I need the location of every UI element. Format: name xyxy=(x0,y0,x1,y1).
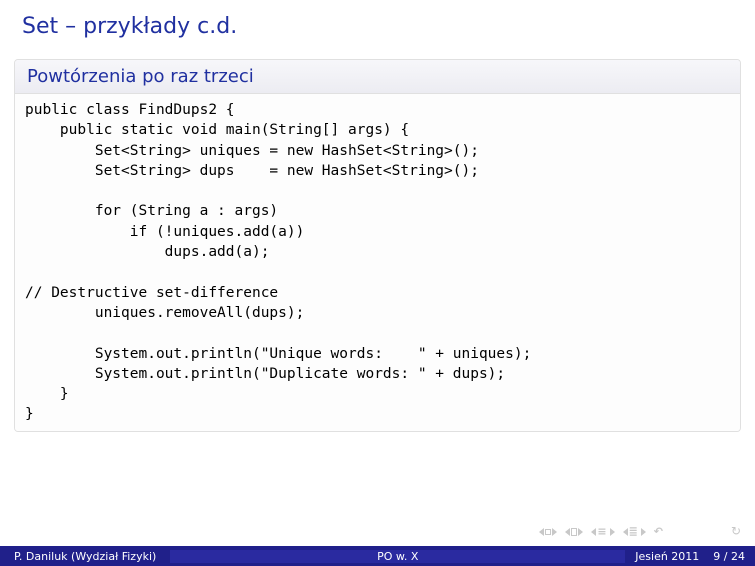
nav-refresh-icon[interactable]: ↻ xyxy=(731,524,741,538)
nav-doc-icon[interactable]: ≣ xyxy=(623,525,646,538)
nav-back-icon[interactable]: ↶ xyxy=(654,525,665,538)
nav-frame-icon[interactable] xyxy=(539,528,557,536)
block-title: Powtórzenia po raz trzeci xyxy=(15,60,740,94)
beamer-nav-icons: ≡ ≣ ↶ xyxy=(539,525,665,538)
footer-bar: P. Daniluk (Wydział Fizyki) PO w. X Jesi… xyxy=(0,546,755,566)
slide-title: Set – przykłady c.d. xyxy=(0,0,755,49)
code-listing: public class FindDups2 { public static v… xyxy=(25,100,730,425)
nav-section-icon[interactable]: ≡ xyxy=(591,525,614,538)
example-block: Powtórzenia po raz trzeci public class F… xyxy=(14,59,741,432)
footer-author: P. Daniluk (Wydział Fizyki) xyxy=(0,550,170,563)
block-body: public class FindDups2 { public static v… xyxy=(15,94,740,431)
footer-term: Jesień 2011 xyxy=(635,550,699,563)
footer-course: PO w. X xyxy=(170,550,625,563)
nav-subsection-icon[interactable] xyxy=(565,528,583,536)
footer-page: 9 / 24 xyxy=(713,550,745,563)
